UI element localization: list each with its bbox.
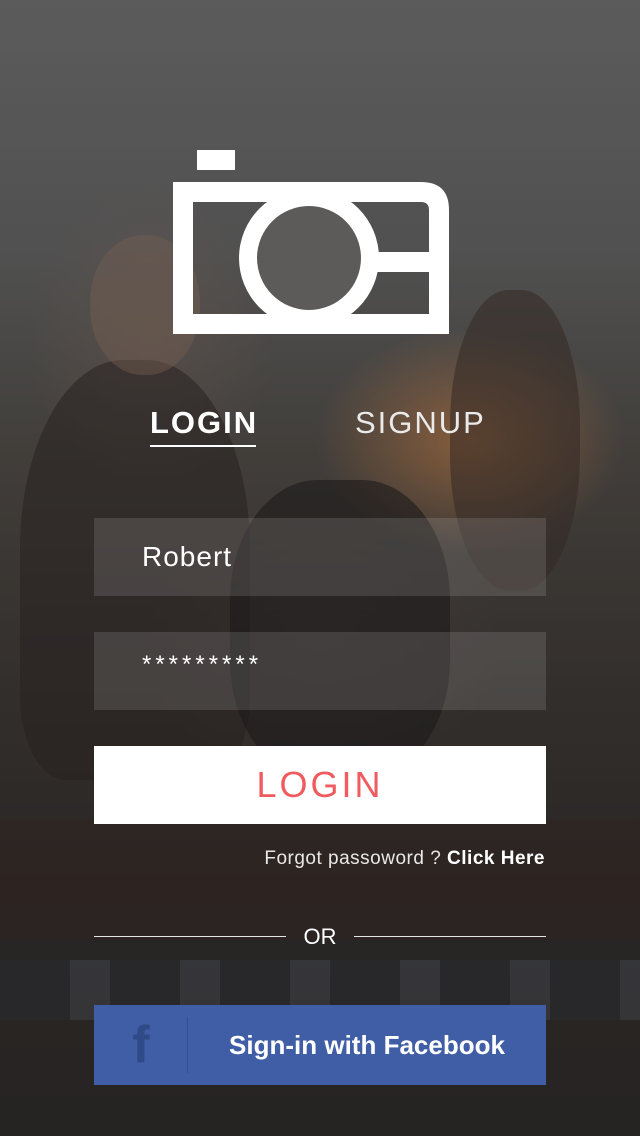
forgot-password-link[interactable]: Click Here bbox=[447, 848, 545, 869]
login-screen: LOGIN SIGNUP Robert ********* LOGIN Forg… bbox=[0, 0, 640, 1136]
forgot-password-text: Forgot passoword ? bbox=[264, 848, 442, 869]
auth-tabs: LOGIN SIGNUP bbox=[0, 405, 640, 455]
camera-logo-icon bbox=[173, 150, 449, 334]
facebook-signin-label: Sign-in with Facebook bbox=[229, 1030, 505, 1060]
forgot-password: Forgot passoword ? Click Here bbox=[264, 848, 545, 870]
tab-signup[interactable]: SIGNUP bbox=[355, 405, 486, 441]
divider-line bbox=[354, 936, 546, 937]
username-field[interactable]: Robert bbox=[94, 518, 546, 596]
facebook-icon: f bbox=[132, 1016, 150, 1074]
password-field[interactable]: ********* bbox=[94, 632, 546, 710]
facebook-signin-button[interactable]: f Sign-in with Facebook bbox=[94, 1005, 546, 1085]
login-button[interactable]: LOGIN bbox=[94, 746, 546, 824]
or-label: OR bbox=[303, 924, 337, 949]
or-divider: OR bbox=[94, 924, 546, 954]
tab-login[interactable]: LOGIN bbox=[150, 405, 256, 447]
